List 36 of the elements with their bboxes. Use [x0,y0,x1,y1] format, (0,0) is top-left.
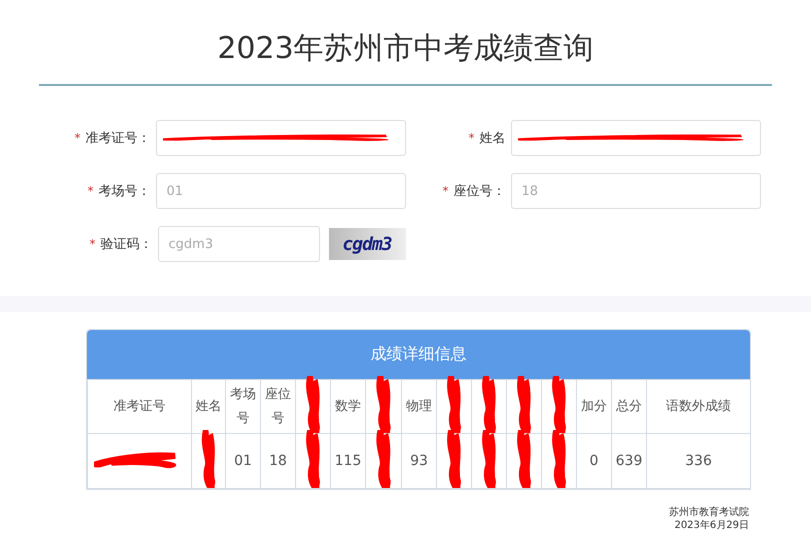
required-marker: * [86,184,94,198]
column-header: 考场号 [226,380,260,434]
column-header: 姓名 [192,380,226,434]
date-text: 2023年6月29日 [674,519,749,532]
table-cell: 93 [402,434,436,488]
required-marker: * [468,131,474,145]
required-marker: * [442,184,448,198]
input-field[interactable]: 18 [510,173,760,209]
input-field[interactable]: 01 [156,173,406,209]
column-header: 数学 [330,380,366,434]
column-header: 物理 [402,380,436,434]
column-header: 语数外成绩 [646,380,750,434]
column-header: 座位号 [260,380,296,434]
required-marker: * [88,237,96,251]
input-field[interactable]: cgdm3 [158,226,320,262]
column-header: 准考证号 [88,380,192,434]
page-title: 2023年苏州市中考成绩查询 [217,30,594,68]
field-label: 验证码： [100,236,152,253]
table-cell: 115 [330,434,366,488]
table-cell: 01 [226,434,260,488]
issuer-text: 苏州市教育考试院 [669,506,749,519]
field-label: 座位号： [454,183,506,200]
column-header: 总分 [612,380,646,434]
input-field[interactable] [156,120,406,156]
field-label: 考场号： [98,183,150,200]
card-title: 成绩详细信息 [87,330,750,379]
captcha-image[interactable]: cgdm3 [328,228,406,260]
field-label: 姓名 [480,130,506,147]
required-marker: * [74,131,80,145]
table-cell: 336 [646,434,750,488]
column-header: 加分 [576,380,612,434]
table-cell: 0 [576,434,612,488]
field-label: 准考证号： [86,130,150,147]
table-cell: 18 [260,434,296,488]
table-cell: 639 [612,434,646,488]
input-field[interactable] [510,120,760,156]
